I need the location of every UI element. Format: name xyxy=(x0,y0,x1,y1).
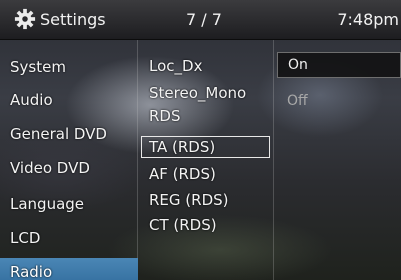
category-language[interactable]: Language xyxy=(0,190,138,218)
option-values-list: On Off xyxy=(275,40,401,280)
option-stereo-mono[interactable]: Stereo_Mono xyxy=(139,82,274,104)
option-ct-rds[interactable]: CT (RDS) xyxy=(139,214,274,236)
option-rds[interactable]: RDS xyxy=(139,105,274,127)
page-indicator: 7 / 7 xyxy=(186,10,222,29)
option-ta-rds[interactable]: TA (RDS) xyxy=(141,136,270,158)
page-title: Settings xyxy=(40,10,106,29)
clock: 7:48pm xyxy=(337,10,399,29)
header-bar: Settings 7 / 7 7:48pm xyxy=(0,0,401,40)
settings-category-list: System Audio General DVD Video DVD Langu… xyxy=(0,40,138,280)
option-loc-dx[interactable]: Loc_Dx xyxy=(139,55,274,77)
category-lcd[interactable]: LCD xyxy=(0,224,138,252)
option-af-rds[interactable]: AF (RDS) xyxy=(139,163,274,185)
category-general-dvd[interactable]: General DVD xyxy=(0,120,138,148)
option-reg-rds[interactable]: REG (RDS) xyxy=(139,189,274,211)
value-on[interactable]: On xyxy=(277,52,401,78)
category-video-dvd[interactable]: Video DVD xyxy=(0,154,138,182)
category-system[interactable]: System xyxy=(0,53,138,81)
radio-options-list: Loc_Dx Stereo_Mono RDS TA (RDS) AF (RDS)… xyxy=(139,40,274,280)
category-audio[interactable]: Audio xyxy=(0,86,138,114)
value-off[interactable]: Off xyxy=(277,90,308,112)
gear-icon xyxy=(14,8,36,30)
category-radio[interactable]: Radio xyxy=(0,258,138,280)
